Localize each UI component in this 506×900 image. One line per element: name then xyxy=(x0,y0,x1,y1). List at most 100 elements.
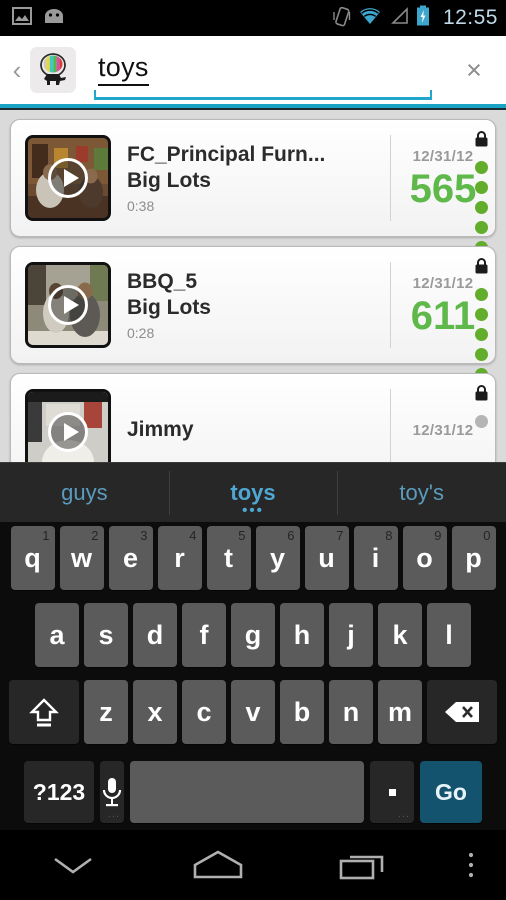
suggestion-item[interactable]: guys xyxy=(0,463,169,522)
list-item-text: BBQ_5 Big Lots 0:28 xyxy=(127,269,390,341)
status-dot xyxy=(475,161,488,174)
play-icon[interactable] xyxy=(48,158,88,198)
status-clock: 12:55 xyxy=(442,6,498,29)
key-h[interactable]: h xyxy=(280,603,324,667)
period-key[interactable]: ... xyxy=(370,761,414,823)
tv-test-pattern-app-icon[interactable] xyxy=(30,47,76,93)
status-dot xyxy=(475,308,488,321)
list-item-text: FC_Principal Furn... Big Lots 0:38 xyxy=(127,142,390,214)
back-chevron-icon[interactable]: ‹ xyxy=(6,57,28,83)
video-thumbnail[interactable] xyxy=(25,262,111,348)
home-icon[interactable] xyxy=(145,830,290,900)
key-g[interactable]: g xyxy=(231,603,275,667)
key-c[interactable]: c xyxy=(182,680,226,744)
symbols-key[interactable]: ?123 xyxy=(24,761,94,823)
status-dots xyxy=(474,384,489,428)
key-f[interactable]: f xyxy=(182,603,226,667)
key-j[interactable]: j xyxy=(329,603,373,667)
key-e[interactable]: 3e xyxy=(108,526,153,590)
key-label: j xyxy=(347,619,355,650)
search-input[interactable]: toys xyxy=(98,52,149,86)
key-t[interactable]: 5t xyxy=(206,526,251,590)
key-label: c xyxy=(196,696,212,727)
key-label: v xyxy=(245,696,261,727)
key-m[interactable]: m xyxy=(378,680,422,744)
space-key[interactable] xyxy=(130,761,364,823)
key-label: e xyxy=(122,542,139,573)
overflow-menu-icon[interactable] xyxy=(436,830,506,900)
key-label: b xyxy=(293,696,311,727)
key-n[interactable]: n xyxy=(329,680,373,744)
play-icon[interactable] xyxy=(48,412,88,452)
suggestion-item[interactable]: toy's xyxy=(337,463,506,522)
key-label: n xyxy=(342,696,360,727)
status-dots xyxy=(474,257,489,381)
suggestion-more-icon[interactable]: ••• xyxy=(242,503,264,518)
status-dot xyxy=(475,415,488,428)
list-item-title: FC_Principal Furn... xyxy=(127,142,326,166)
key-k[interactable]: k xyxy=(378,603,422,667)
key-w[interactable]: 2w xyxy=(59,526,104,590)
key-label: p xyxy=(465,542,482,573)
keyboard-suggestion-strip[interactable]: guys toys ••• toy's xyxy=(0,462,506,522)
key-label: g xyxy=(244,619,262,650)
key-v[interactable]: v xyxy=(231,680,275,744)
recent-apps-icon[interactable] xyxy=(291,830,436,900)
list-item[interactable]: Jimmy 12/31/12 xyxy=(10,373,496,462)
key-label: u xyxy=(318,542,335,573)
hide-keyboard-chevron-icon[interactable] xyxy=(0,830,145,900)
key-hint-7: 7 xyxy=(336,528,344,543)
vibrate-icon xyxy=(333,5,351,32)
video-thumbnail[interactable] xyxy=(25,389,111,462)
key-label: t xyxy=(224,542,233,573)
suggestion-label: guys xyxy=(61,479,108,505)
status-left-icons xyxy=(12,6,66,31)
key-p[interactable]: 0p xyxy=(451,526,496,590)
play-icon[interactable] xyxy=(48,285,88,325)
list-item-meta: 12/31/12 565 xyxy=(391,120,495,254)
list-item[interactable]: BBQ_5 Big Lots 0:28 12/31/12 611 xyxy=(10,246,496,381)
key-o[interactable]: 9o xyxy=(402,526,447,590)
key-label: o xyxy=(416,542,433,573)
shift-key[interactable] xyxy=(9,680,79,744)
key-s[interactable]: s xyxy=(84,603,128,667)
android-bugdroid-icon xyxy=(42,7,66,30)
backspace-key[interactable] xyxy=(427,680,497,744)
key-a[interactable]: a xyxy=(35,603,79,667)
key-d[interactable]: d xyxy=(133,603,177,667)
key-b[interactable]: b xyxy=(280,680,324,744)
search-field-underline xyxy=(94,90,432,100)
key-more-hint: ... xyxy=(107,808,120,820)
key-i[interactable]: 8i xyxy=(353,526,398,590)
video-thumbnail[interactable] xyxy=(25,135,111,221)
go-key[interactable]: Go xyxy=(420,761,482,823)
suggestion-item-selected[interactable]: toys ••• xyxy=(168,463,338,522)
search-results-list[interactable]: FC_Principal Furn... Big Lots 0:38 12/31… xyxy=(0,110,506,462)
key-z[interactable]: z xyxy=(84,680,128,744)
key-hint-5: 5 xyxy=(238,528,246,543)
keyboard-row-3: z x c v b n m xyxy=(0,680,506,752)
key-r[interactable]: 4r xyxy=(157,526,202,590)
key-q[interactable]: 1q xyxy=(10,526,55,590)
clear-search-icon[interactable]: × xyxy=(446,55,502,86)
key-label: m xyxy=(387,696,412,727)
list-item-text: Jimmy xyxy=(127,417,390,448)
key-x[interactable]: x xyxy=(133,680,177,744)
key-l[interactable]: l xyxy=(427,603,471,667)
on-screen-keyboard[interactable]: 1q 2w 3e 4r 5t 6y 7u 8i 9o 0p a s d f g … xyxy=(0,522,506,830)
cell-signal-icon xyxy=(389,6,409,31)
key-label: i xyxy=(371,542,380,573)
status-dot xyxy=(475,221,488,234)
status-dots xyxy=(474,130,489,254)
lock-icon xyxy=(474,130,489,152)
search-input-wrap[interactable]: toys xyxy=(94,36,446,104)
key-u[interactable]: 7u xyxy=(304,526,349,590)
key-label: q xyxy=(24,542,41,573)
list-item-title: Jimmy xyxy=(127,417,194,441)
key-y[interactable]: 6y xyxy=(255,526,300,590)
key-label: ?123 xyxy=(32,778,86,805)
list-item-count: 565 xyxy=(409,166,477,211)
list-item-count: 611 xyxy=(410,293,476,338)
microphone-key[interactable]: ... xyxy=(100,761,124,823)
list-item[interactable]: FC_Principal Furn... Big Lots 0:38 12/31… xyxy=(10,119,496,254)
